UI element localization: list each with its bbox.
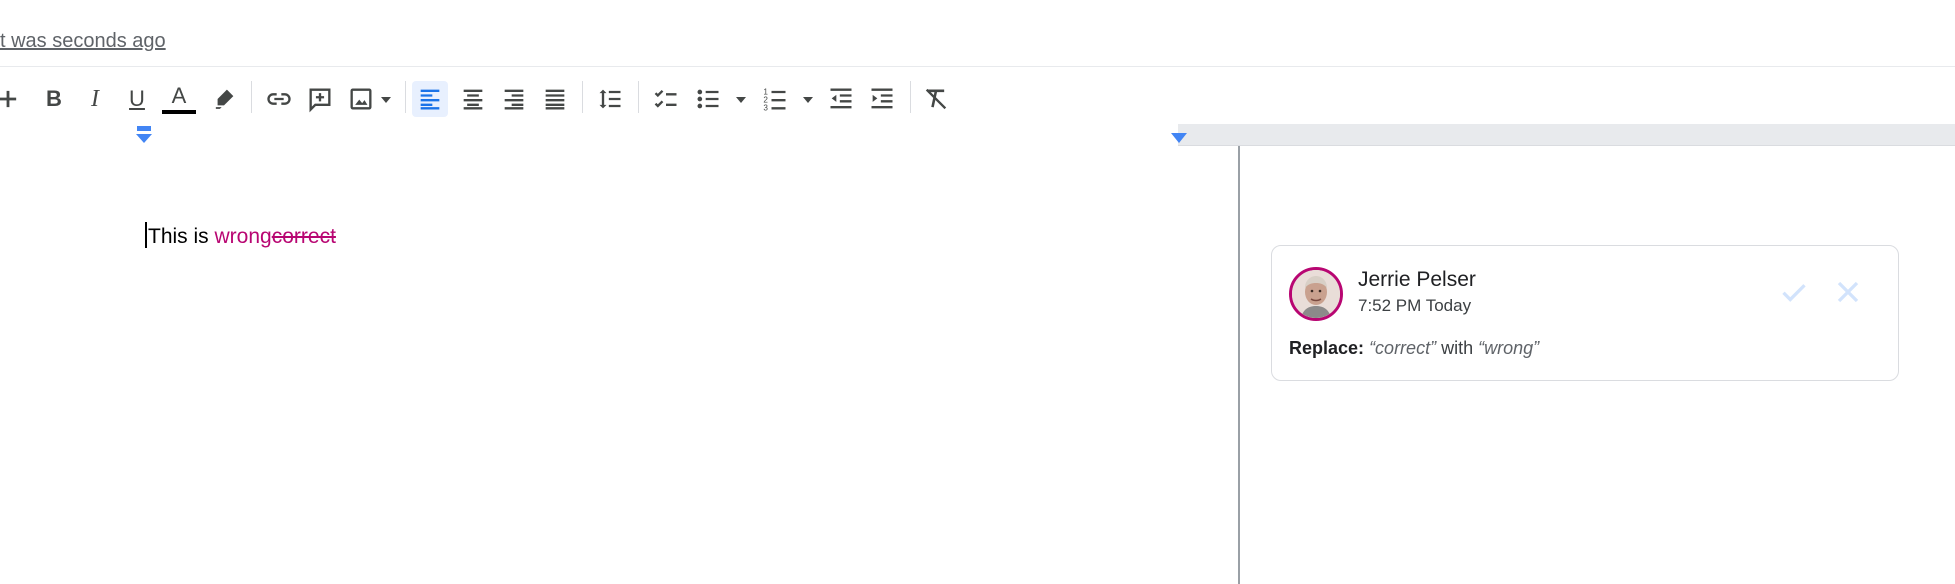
toolbar-divider [405, 81, 406, 113]
suggestion-replacement: “wrong” [1478, 338, 1540, 358]
suggestion-action: Replace: [1289, 338, 1365, 358]
bulleted-list-icon[interactable] [690, 81, 726, 117]
align-justify-icon[interactable] [537, 81, 573, 117]
link-icon[interactable] [261, 81, 297, 117]
suggestion-description: Replace: “correct” with “wrong” [1289, 338, 1539, 359]
left-indent-marker-icon[interactable] [134, 126, 154, 144]
indent-decrease-icon[interactable] [823, 81, 859, 117]
align-center-icon[interactable] [455, 81, 491, 117]
underline-icon: U [129, 86, 145, 111]
close-icon [1837, 281, 1859, 303]
document-body[interactable]: This is wrongcorrect [145, 222, 336, 249]
numbered-list-icon[interactable]: 123 [757, 81, 793, 117]
suggestion-card[interactable]: Jerrie Pelser 7:52 PM Today Replace: “co… [1271, 245, 1899, 381]
suggestion-original: “correct” [1369, 338, 1437, 358]
bold-button[interactable]: B [36, 81, 72, 117]
clear-formatting-icon[interactable] [918, 81, 954, 117]
toolbar-divider [582, 81, 583, 113]
image-icon[interactable] [343, 81, 379, 117]
indent-increase-icon[interactable] [864, 81, 900, 117]
formatting-toolbar: B I U A 1 2 3 [0, 66, 1955, 126]
italic-icon: I [91, 85, 99, 112]
suggested-insertion[interactable]: wrong [215, 225, 272, 248]
document-text: This is [148, 225, 215, 248]
plus-icon[interactable] [0, 81, 26, 117]
page-edge [1238, 146, 1240, 584]
highlighter-icon[interactable] [206, 81, 242, 117]
text-cursor [145, 222, 147, 248]
text-color-button[interactable]: A [161, 81, 197, 117]
toolbar-divider [638, 81, 639, 113]
suggestion-time: 7:52 PM Today [1358, 296, 1472, 315]
suggestion-connector: with [1441, 338, 1474, 358]
svg-text:3: 3 [763, 104, 768, 113]
text-color-icon: A [171, 82, 187, 108]
right-indent-marker-icon[interactable] [1170, 132, 1188, 144]
bulleted-list-dropdown-icon[interactable] [734, 95, 748, 105]
toolbar-divider [910, 81, 911, 113]
suggestion-author: Jerrie Pelser [1358, 268, 1476, 291]
suggested-deletion[interactable]: correct [272, 225, 336, 248]
accept-suggestion-button[interactable] [1776, 274, 1812, 310]
align-left-icon[interactable] [412, 81, 448, 117]
comment-add-icon[interactable] [302, 81, 338, 117]
numbered-list-dropdown-icon[interactable] [801, 95, 815, 105]
avatar [1289, 267, 1343, 321]
image-dropdown-icon[interactable] [379, 95, 393, 105]
text-color-bar [162, 109, 196, 114]
ruler-text-area [0, 124, 1178, 146]
underline-button[interactable]: U [119, 81, 155, 117]
last-edit-link[interactable]: t was seconds ago [0, 30, 166, 53]
reject-suggestion-button[interactable] [1830, 274, 1866, 310]
align-right-icon[interactable] [496, 81, 532, 117]
check-icon [1782, 284, 1806, 302]
toolbar-divider [251, 81, 252, 113]
checklist-icon[interactable] [648, 81, 684, 117]
line-spacing-icon[interactable] [592, 81, 628, 117]
italic-button[interactable]: I [77, 81, 113, 117]
bold-icon: B [46, 86, 62, 111]
ruler [0, 124, 1955, 146]
